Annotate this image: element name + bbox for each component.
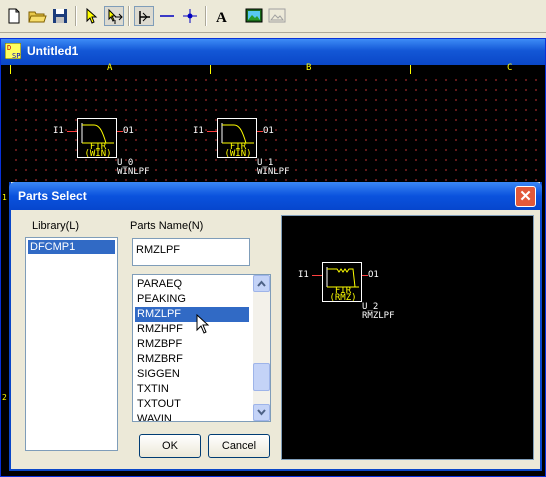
parts-name-label: Parts Name(N) <box>130 220 204 232</box>
fir-subtype: (WIN) <box>224 149 252 159</box>
document-title: Untitled1 <box>27 44 79 58</box>
ruler-tick <box>210 65 211 74</box>
output-pin-label: O1 <box>123 126 134 136</box>
fir-block: FIR (WIN) <box>77 118 117 159</box>
vertical-scrollbar[interactable] <box>253 275 270 421</box>
save-icon[interactable] <box>50 6 70 26</box>
new-file-icon[interactable] <box>4 6 24 26</box>
ruler-tick <box>10 65 11 74</box>
wire-tool-icon[interactable] <box>134 6 154 26</box>
part-name: RMZLPF <box>362 311 395 321</box>
move-tool-icon[interactable] <box>104 6 124 26</box>
input-wire <box>67 131 77 132</box>
toolbar-separator <box>205 6 207 26</box>
preview-part-symbol: I1 FIR (RMZ) O1 U_2 RMZLPF <box>298 258 438 328</box>
part-name: WINLPF <box>257 167 290 177</box>
column-label-c: C <box>507 63 513 73</box>
image-disabled-icon <box>267 6 287 26</box>
list-item[interactable]: RMZBPF <box>135 337 249 352</box>
document-icon: D SP <box>4 42 22 60</box>
input-wire <box>312 275 322 276</box>
image-tool-icon[interactable] <box>244 6 264 26</box>
output-pin-label: O1 <box>368 270 379 280</box>
toolbar-separator <box>75 6 77 26</box>
parts-select-dialog: Parts Select ✕ Library(L) Parts Name(N) … <box>9 182 542 471</box>
list-item[interactable]: TXTIN <box>135 382 249 397</box>
close-icon: ✕ <box>519 188 532 205</box>
fir-subtype: (WIN) <box>84 149 112 159</box>
column-label-b: B <box>306 63 312 73</box>
close-button[interactable]: ✕ <box>515 186 536 207</box>
fir-subtype: (RMZ) <box>329 293 357 303</box>
ok-button[interactable]: OK <box>139 434 201 458</box>
mouse-pointer-icon <box>196 314 210 334</box>
library-item-dfcmp1[interactable]: DFCMP1 <box>28 240 115 254</box>
list-item[interactable]: RMZHPF <box>135 322 249 337</box>
scroll-thumb[interactable] <box>253 363 270 391</box>
part-symbol[interactable]: I1 FIR (WIN) O1 U_0 WINLPF <box>53 114 173 184</box>
list-item[interactable]: PARAEQ <box>135 277 249 292</box>
pointer-select-icon[interactable] <box>81 6 101 26</box>
dialog-titlebar[interactable]: Parts Select ✕ <box>9 182 542 210</box>
column-ruler: A B C <box>1 63 545 74</box>
toolbar-separator <box>128 6 130 26</box>
chevron-up-icon <box>257 280 266 287</box>
row-label-2: 2 <box>2 393 7 402</box>
input-pin-label: I1 <box>193 126 204 136</box>
parts-list[interactable]: PARAEQ PEAKING RMZLPF RMZHPF RMZBPF RMZB… <box>132 274 271 422</box>
scroll-up-button[interactable] <box>253 275 270 292</box>
column-label-a: A <box>107 63 113 73</box>
text-tool-icon[interactable]: A <box>212 6 232 26</box>
list-item[interactable]: PEAKING <box>135 292 249 307</box>
open-folder-icon[interactable] <box>27 6 47 26</box>
main-toolbar: A <box>0 0 546 33</box>
part-preview: I1 FIR (RMZ) O1 U_2 RMZLPF <box>281 215 534 460</box>
input-wire <box>207 131 217 132</box>
fir-block: FIR (RMZ) <box>322 262 362 303</box>
input-pin-label: I1 <box>53 126 64 136</box>
svg-text:SP: SP <box>12 52 20 59</box>
horizontal-line-icon[interactable] <box>157 6 177 26</box>
row-label-1: 1 <box>2 193 7 202</box>
svg-text:D: D <box>7 44 11 52</box>
list-item[interactable]: SIGGEN <box>135 367 249 382</box>
cancel-button[interactable]: Cancel <box>208 434 270 458</box>
part-name: WINLPF <box>117 167 150 177</box>
parts-name-input[interactable]: RMZLPF <box>132 238 250 266</box>
list-item[interactable]: WAVIN <box>135 412 249 421</box>
dialog-title: Parts Select <box>18 189 87 203</box>
library-list[interactable]: DFCMP1 <box>25 237 118 451</box>
list-item[interactable]: RMZBRF <box>135 352 249 367</box>
list-item-selected[interactable]: RMZLPF <box>135 307 249 322</box>
ruler-tick <box>410 65 411 74</box>
fir-block: FIR (WIN) <box>217 118 257 159</box>
part-symbol[interactable]: I1 FIR (WIN) O1 U_1 WINLPF <box>193 114 313 184</box>
library-label: Library(L) <box>32 220 80 232</box>
output-pin-label: O1 <box>263 126 274 136</box>
list-item[interactable]: TXTOUT <box>135 397 249 412</box>
document-titlebar[interactable]: D SP Untitled1 <box>1 39 545 65</box>
svg-text:A: A <box>216 10 227 26</box>
chevron-down-icon <box>257 409 266 416</box>
scroll-down-button[interactable] <box>253 404 270 421</box>
junction-dot-icon[interactable] <box>180 6 200 26</box>
input-pin-label: I1 <box>298 270 309 280</box>
